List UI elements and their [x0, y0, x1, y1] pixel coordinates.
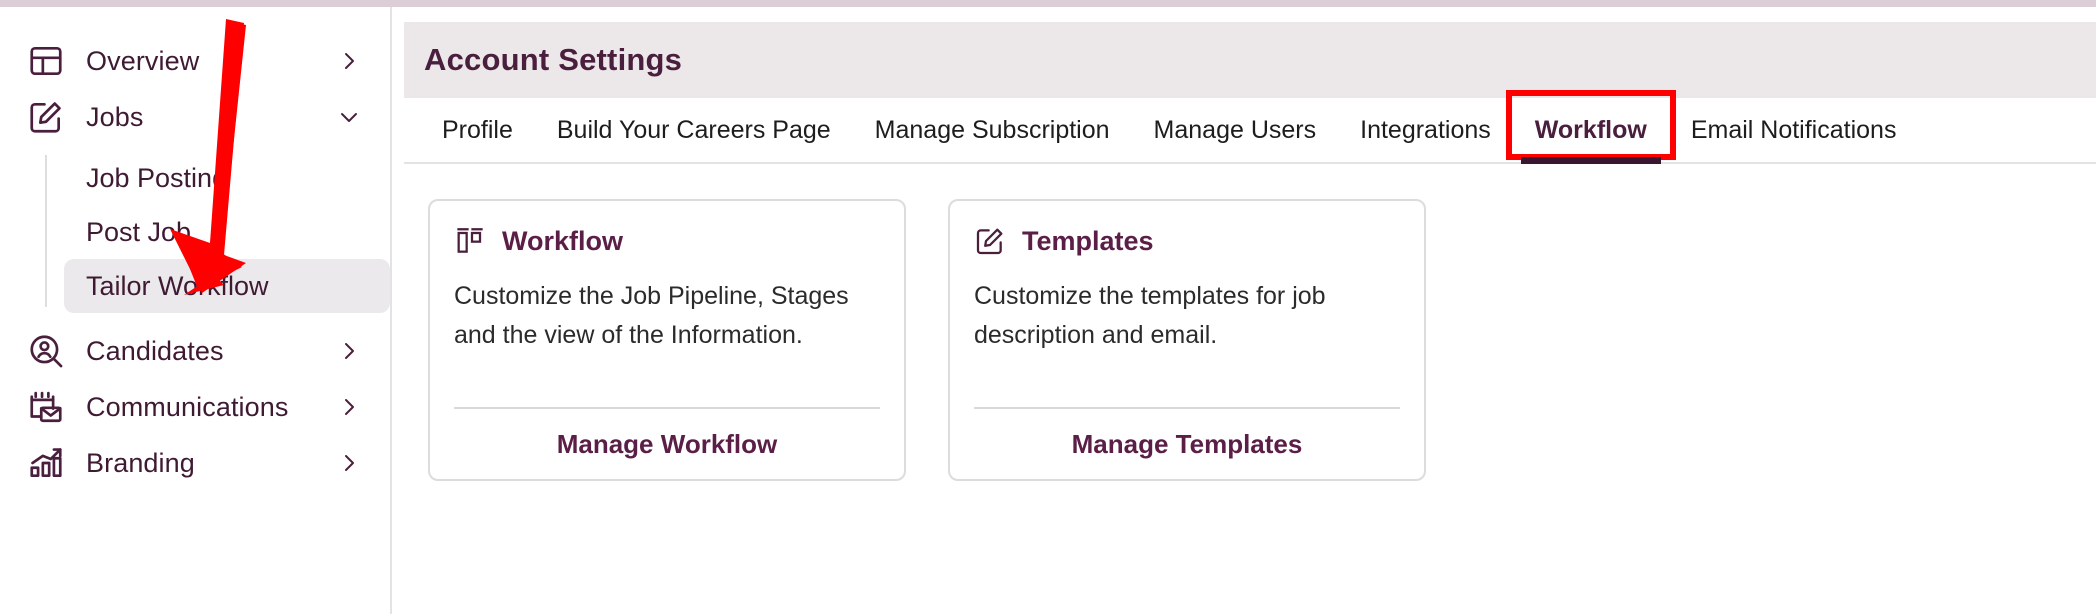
sidebar-subitem-job-posting[interactable]: Job Posting [64, 151, 390, 205]
chevron-right-icon[interactable] [336, 338, 362, 364]
bar-chart-icon [24, 441, 68, 485]
tab-label: Email Notifications [1690, 115, 1897, 144]
chevron-down-icon[interactable] [336, 104, 362, 130]
sidebar-item-candidates[interactable]: Candidates [0, 323, 390, 379]
user-search-icon [24, 329, 68, 373]
card-header: Workflow [454, 225, 880, 257]
tab-integrations[interactable]: Integrations [1338, 98, 1513, 162]
tab-label: Integrations [1360, 115, 1491, 144]
sidebar-subitem-tailor-workflow[interactable]: Tailor Workflow [64, 259, 390, 313]
sidebar: Overview Jobs Job Posting Post Job Tailo… [0, 7, 392, 614]
tab-label: Workflow [1534, 115, 1647, 144]
tab-build-your-careers-page[interactable]: Build Your Careers Page [535, 98, 853, 162]
tab-label: Manage Subscription [874, 115, 1110, 144]
tab-manage-subscription[interactable]: Manage Subscription [853, 98, 1132, 162]
layout-icon [24, 39, 68, 83]
card-description: Customize the templates for job descript… [974, 282, 1326, 349]
card-description: Customize the Job Pipeline, Stages and t… [454, 282, 849, 349]
tab-manage-users[interactable]: Manage Users [1132, 98, 1339, 162]
chevron-right-icon[interactable] [336, 48, 362, 74]
manage-templates-button[interactable]: Manage Templates [974, 409, 1400, 479]
card-header: Templates [974, 225, 1400, 257]
tab-workflow[interactable]: Workflow [1505, 90, 1676, 164]
sidebar-subitem-label: Post Job [86, 216, 192, 247]
main-content: Account Settings Profile Build Your Care… [392, 7, 2096, 614]
edit-square-icon [974, 225, 1006, 257]
manage-workflow-button[interactable]: Manage Workflow [454, 409, 880, 479]
chevron-right-icon[interactable] [336, 394, 362, 420]
settings-tabbar: Profile Build Your Careers Page Manage S… [404, 90, 2096, 164]
sidebar-item-communications[interactable]: Communications [0, 379, 390, 435]
card-title: Workflow [502, 225, 623, 256]
settings-card-grid: Workflow Customize the Job Pipeline, Sta… [392, 164, 2096, 481]
sidebar-item-label: Branding [86, 447, 195, 478]
sidebar-item-label: Overview [86, 45, 200, 76]
mail-calendar-icon [24, 385, 68, 429]
workflow-columns-icon [454, 225, 486, 257]
sidebar-item-jobs[interactable]: Jobs [0, 89, 390, 145]
sidebar-subitem-label: Tailor Workflow [86, 270, 269, 301]
chevron-right-icon[interactable] [336, 450, 362, 476]
sidebar-item-branding[interactable]: Branding [0, 435, 390, 491]
sidebar-subgroup-jobs: Job Posting Post Job Tailor Workflow [0, 151, 390, 313]
tab-label: Profile [442, 115, 513, 144]
sidebar-item-label: Candidates [86, 335, 224, 366]
card-title: Templates [1022, 225, 1154, 256]
sidebar-subitem-label: Job Posting [86, 162, 228, 193]
tab-label: Manage Users [1153, 115, 1317, 144]
top-accent-strip [0, 0, 2096, 7]
card-templates: Templates Customize the templates for jo… [948, 199, 1426, 481]
sidebar-item-overview[interactable]: Overview [0, 33, 390, 89]
page-header-banner: Account Settings [404, 22, 2096, 98]
sidebar-item-label: Jobs [86, 101, 144, 132]
card-workflow: Workflow Customize the Job Pipeline, Sta… [428, 199, 906, 481]
page-title: Account Settings [424, 42, 683, 77]
app-shell: Overview Jobs Job Posting Post Job Tailo… [0, 7, 2096, 614]
edit-square-icon [24, 95, 68, 139]
tab-profile[interactable]: Profile [420, 98, 535, 162]
tab-email-notifications[interactable]: Email Notifications [1669, 98, 1919, 162]
sidebar-item-label: Communications [86, 391, 289, 422]
tab-label: Build Your Careers Page [556, 115, 831, 144]
sidebar-subitem-post-job[interactable]: Post Job [64, 205, 390, 259]
